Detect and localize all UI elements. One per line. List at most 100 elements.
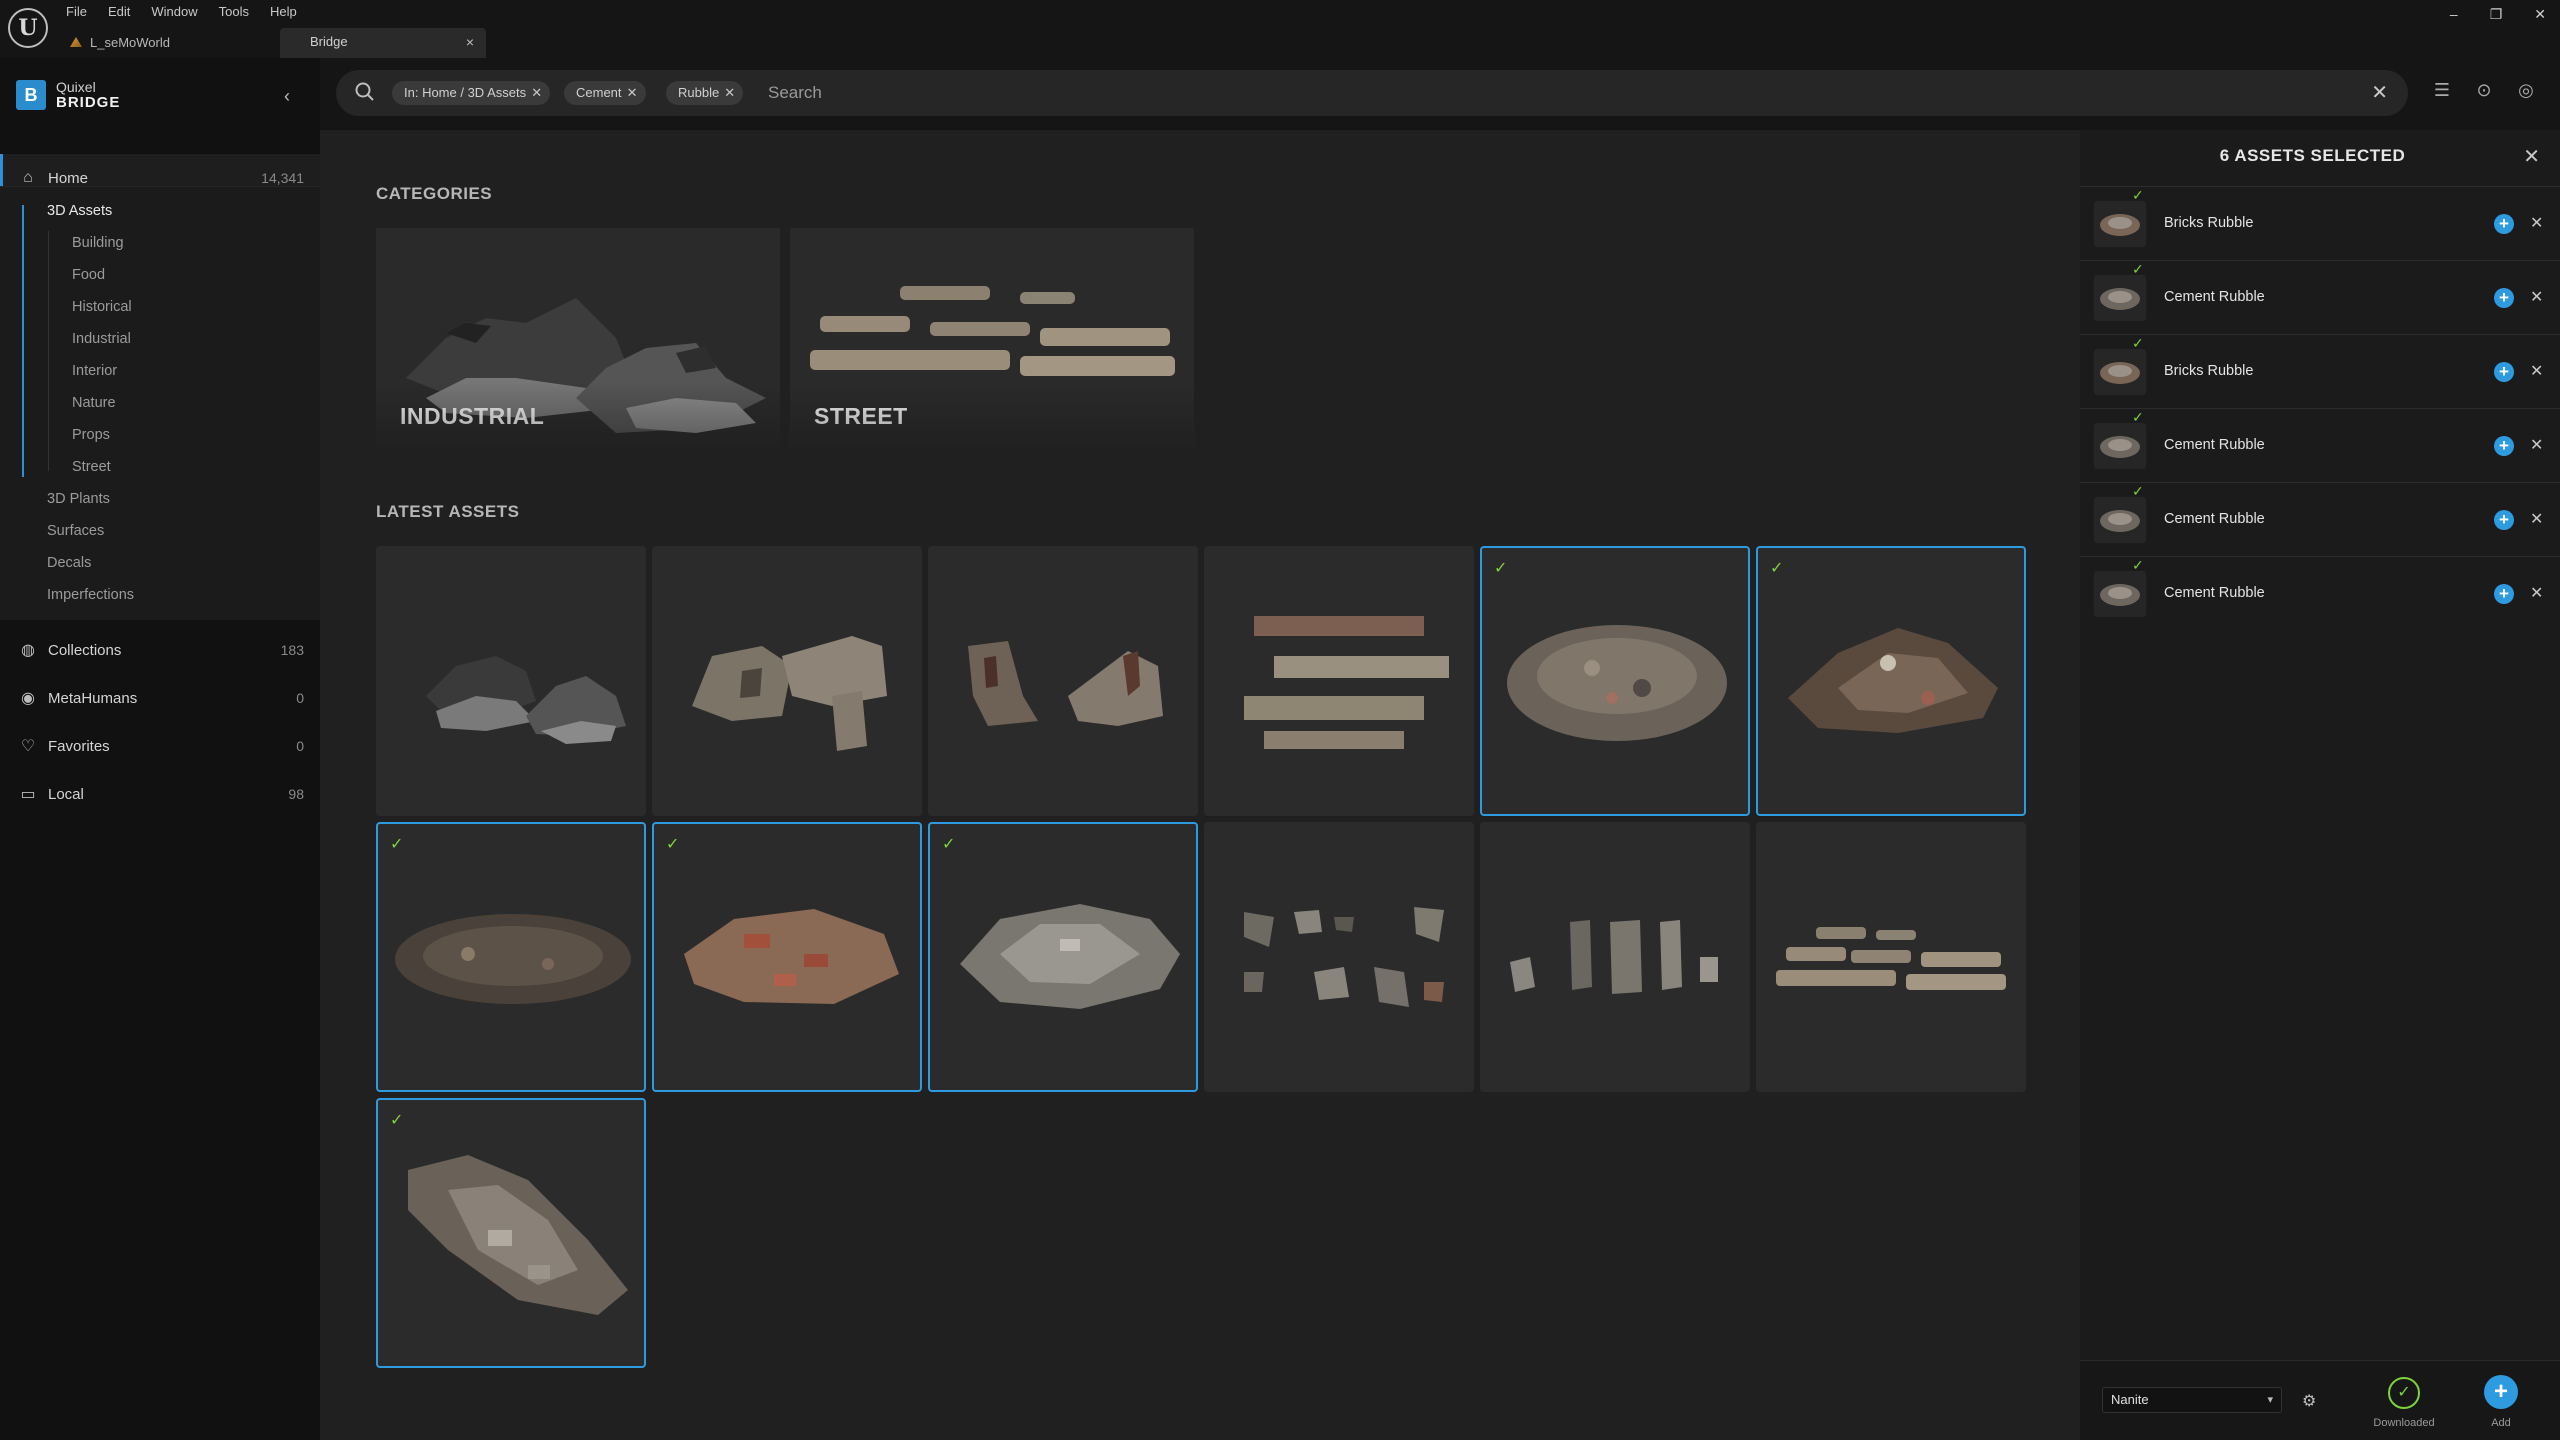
add-asset-icon[interactable]: + <box>2494 288 2514 308</box>
selected-check-icon: ✓ <box>1494 560 1508 577</box>
add-button[interactable]: + <box>2484 1375 2518 1409</box>
selected-asset-row[interactable]: ✓ Cement Rubble + ✕ <box>2080 260 2560 334</box>
search-icon[interactable] <box>354 81 376 103</box>
tab-level[interactable]: L_seMoWorld <box>70 30 170 54</box>
tree-item-building[interactable]: Building <box>72 235 124 251</box>
menu-file[interactable]: File <box>66 2 98 22</box>
asset-card[interactable] <box>376 546 646 816</box>
sidebar-item-label: Home <box>48 169 89 187</box>
remove-asset-icon[interactable]: ✕ <box>2530 435 2543 455</box>
selected-asset-name: Cement Rubble <box>2164 437 2265 453</box>
asset-card[interactable] <box>1204 822 1474 1092</box>
filter-chip-cement[interactable]: Cement ✕ <box>564 81 646 105</box>
add-asset-icon[interactable]: + <box>2494 214 2514 234</box>
asset-card[interactable]: ✓ <box>652 822 922 1092</box>
add-asset-icon[interactable]: + <box>2494 510 2514 530</box>
asset-thumbnail <box>1507 625 1727 741</box>
tree-item-street[interactable]: Street <box>72 459 111 475</box>
add-label: Add <box>2491 1417 2511 1429</box>
downloaded-check-icon: ✓ <box>2132 409 2144 425</box>
menu-edit[interactable]: Edit <box>108 2 141 22</box>
close-panel-icon[interactable]: ✕ <box>2523 144 2540 169</box>
asset-card[interactable]: ✓ <box>376 822 646 1092</box>
add-asset-icon[interactable]: + <box>2494 362 2514 382</box>
quality-select[interactable]: Nanite ▾ <box>2102 1387 2282 1413</box>
selected-check-icon: ✓ <box>942 836 956 853</box>
asset-thumbnail <box>1788 628 1998 733</box>
downloaded-check-icon: ✓ <box>2132 261 2144 277</box>
category-card-street[interactable]: STREET <box>790 228 1194 452</box>
selected-asset-row[interactable]: ✓ Bricks Rubble + ✕ <box>2080 186 2560 260</box>
heart-icon: ♡ <box>20 738 36 755</box>
tree-item-interior[interactable]: Interior <box>72 363 117 379</box>
selected-asset-row[interactable]: ✓ Bricks Rubble + ✕ <box>2080 334 2560 408</box>
sidebar-item-favorites[interactable]: ♡ Favorites 0 <box>0 722 320 770</box>
sidebar-item-local[interactable]: ▭ Local 98 <box>0 770 320 818</box>
selection-panel: 6 ASSETS SELECTED ✕ ✓ Bricks Rubble + ✕ ✓ Cem… <box>2080 130 2560 1440</box>
asset-card[interactable]: ✓ <box>1756 546 2026 816</box>
selected-check-icon: ✓ <box>1770 560 1784 577</box>
menu-bar: File Edit Window Tools Help <box>66 2 318 22</box>
tree-item-imperfections[interactable]: Imperfections <box>47 587 134 603</box>
filter-chip-rubble[interactable]: Rubble ✕ <box>666 81 744 105</box>
downloaded-check-icon: ✓ <box>2132 483 2144 499</box>
tree-item-3d-plants[interactable]: 3D Plants <box>47 491 110 507</box>
minimize-icon[interactable]: – <box>2450 6 2458 23</box>
menu-window[interactable]: Window <box>151 2 208 22</box>
asset-card[interactable] <box>928 546 1198 816</box>
remove-asset-icon[interactable]: ✕ <box>2530 361 2543 381</box>
close-window-icon[interactable]: ✕ <box>2534 6 2546 23</box>
sidebar-item-metahumans[interactable]: ◉ MetaHumans 0 <box>0 674 320 722</box>
tree-item-food[interactable]: Food <box>72 267 105 283</box>
add-asset-icon[interactable]: + <box>2494 436 2514 456</box>
asset-card[interactable]: ✓ <box>928 822 1198 1092</box>
asset-card[interactable] <box>1204 546 1474 816</box>
asset-card[interactable]: ✓ <box>1480 546 1750 816</box>
asset-card[interactable] <box>1480 822 1750 1092</box>
remove-chip-icon[interactable]: ✕ <box>531 81 542 105</box>
asset-thumbnail <box>1244 907 1444 1007</box>
selected-asset-row[interactable]: ✓ Cement Rubble + ✕ <box>2080 556 2560 630</box>
sidebar-item-count: 98 <box>288 786 304 802</box>
filter-chip-location[interactable]: In: Home / 3D Assets ✕ <box>392 81 551 105</box>
tree-item-historical[interactable]: Historical <box>72 299 132 315</box>
remove-asset-icon[interactable]: ✕ <box>2530 287 2543 307</box>
tree-item-surfaces[interactable]: Surfaces <box>47 523 104 539</box>
search-input[interactable] <box>768 78 2268 108</box>
sidebar-item-label: MetaHumans <box>48 689 138 707</box>
remove-asset-icon[interactable]: ✕ <box>2530 583 2543 603</box>
selected-asset-row[interactable]: ✓ Cement Rubble + ✕ <box>2080 482 2560 556</box>
tree-item-3d-assets[interactable]: 3D Assets <box>47 203 112 219</box>
category-card-industrial[interactable]: INDUSTRIAL <box>376 228 780 452</box>
remove-chip-icon[interactable]: ✕ <box>724 81 735 105</box>
menu-tools[interactable]: Tools <box>219 2 260 22</box>
asset-card[interactable] <box>652 546 922 816</box>
remove-asset-icon[interactable]: ✕ <box>2530 213 2543 233</box>
clear-search-icon[interactable]: ✕ <box>2371 80 2388 105</box>
menu-help[interactable]: Help <box>270 2 308 22</box>
sidebar-item-count: 0 <box>296 738 304 754</box>
remove-chip-icon[interactable]: ✕ <box>627 81 638 105</box>
selected-asset-row[interactable]: ✓ Cement Rubble + ✕ <box>2080 408 2560 482</box>
account-icon[interactable]: ◎ <box>2514 80 2538 104</box>
collapse-sidebar-icon[interactable]: ‹ <box>284 86 290 107</box>
sidebar-item-collections[interactable]: ◍ Collections 183 <box>0 626 320 674</box>
add-asset-icon[interactable]: + <box>2494 584 2514 604</box>
close-tab-icon[interactable]: × <box>466 28 474 56</box>
tree-item-nature[interactable]: Nature <box>72 395 116 411</box>
category-label: INDUSTRIAL <box>400 403 545 429</box>
tab-bridge[interactable]: Bridge × <box>280 28 486 58</box>
asset-card[interactable] <box>1756 822 2026 1092</box>
tree-item-industrial[interactable]: Industrial <box>72 331 131 347</box>
downloaded-button[interactable]: ✓ <box>2388 1377 2420 1409</box>
filter-icon[interactable]: ☰ <box>2430 80 2454 104</box>
restore-icon[interactable]: ❐ <box>2490 6 2503 23</box>
remove-asset-icon[interactable]: ✕ <box>2530 509 2543 529</box>
export-settings-icon[interactable]: ⚙ <box>2302 1391 2316 1411</box>
asset-thumbnail <box>684 909 899 1004</box>
download-icon[interactable]: ⊙ <box>2472 80 2496 104</box>
tree-item-props[interactable]: Props <box>72 427 110 443</box>
asset-card[interactable]: ✓ <box>376 1098 646 1368</box>
asset-thumbnail <box>1776 927 2006 990</box>
tree-item-decals[interactable]: Decals <box>47 555 91 571</box>
